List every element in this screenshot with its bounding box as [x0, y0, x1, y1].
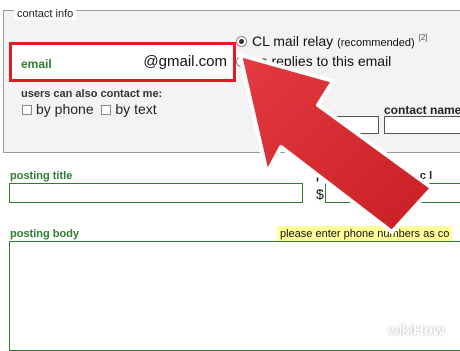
phone-number-input[interactable] — [264, 116, 379, 134]
phone-number-label-fragment: p — [266, 103, 273, 115]
email-label: email — [21, 57, 52, 71]
also-contact-label: users can also contact me: — [21, 88, 163, 100]
by-phone-checkbox[interactable] — [22, 105, 32, 115]
no-replies-label: no replies to this email — [252, 53, 392, 69]
posting-title-input[interactable] — [9, 183, 303, 203]
email-field[interactable]: email @gmail.com — [9, 42, 236, 82]
cl-mail-relay-option[interactable]: CL mail relay (recommended) [2] — [236, 33, 428, 49]
no-replies-radio[interactable] — [236, 56, 247, 67]
location-label: sp c l — [404, 170, 433, 182]
contact-name-label: contact name — [384, 103, 460, 117]
price-currency: $ — [316, 186, 324, 202]
contact-info-legend: contact info — [14, 8, 77, 20]
recommended-note: (recommended) — [337, 37, 415, 49]
email-value: @gmail.com — [143, 53, 227, 70]
by-text-label: by text — [115, 101, 157, 117]
watermark-part1: wiki — [388, 322, 413, 339]
watermark-part2: How — [413, 322, 445, 339]
price-label: p — [316, 170, 323, 182]
posting-title-label: posting title — [10, 170, 73, 182]
cl-mail-relay-label: CL mail relay — [252, 33, 334, 49]
posting-body-label: posting body — [10, 228, 80, 240]
price-input[interactable] — [325, 183, 392, 203]
by-phone-label: by phone — [36, 101, 94, 117]
wikihow-watermark: wikiHow — [388, 322, 445, 339]
no-replies-option[interactable]: no replies to this email — [236, 53, 391, 69]
contact-name-input[interactable] — [384, 116, 460, 134]
cl-mail-relay-radio[interactable] — [236, 36, 247, 47]
location-input[interactable] — [402, 183, 460, 203]
contact-methods: by phone by text — [22, 101, 157, 117]
footnote-link[interactable]: [2] — [419, 33, 428, 42]
by-text-checkbox[interactable] — [101, 105, 112, 115]
